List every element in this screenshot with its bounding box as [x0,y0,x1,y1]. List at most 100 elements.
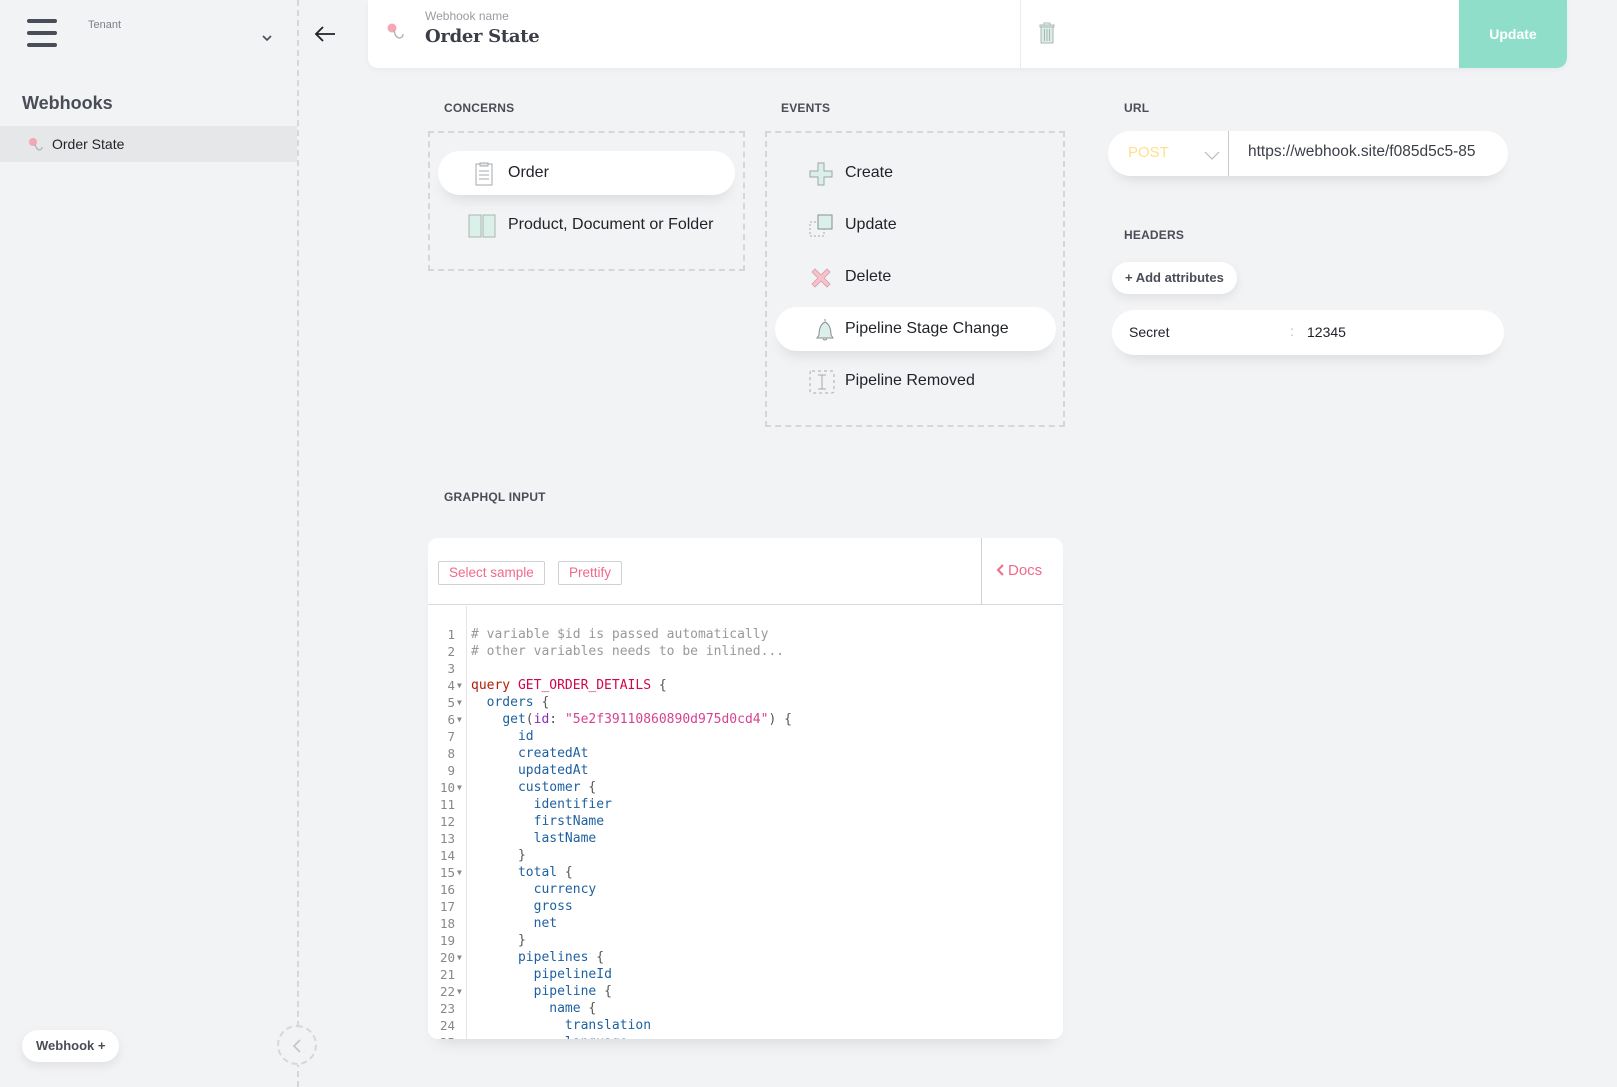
code-token: id [533,712,550,727]
event-item-pipeline-removed[interactable]: Pipeline Removed [775,359,1055,403]
webhook-icon [387,23,404,39]
clipboard-icon [475,162,493,186]
code-token: id [517,729,534,744]
code-token: { [588,950,605,965]
line-text: # variable $id is passed automatically [471,626,768,643]
event-label: Pipeline Removed [845,372,975,389]
code-token: currency [533,882,597,897]
line-number: 1 [447,627,455,642]
fold-toggle-icon[interactable]: ▼ [457,711,462,728]
event-item-pipeline-stage-change[interactable]: Pipeline Stage Change [775,307,1056,351]
header-key-input[interactable] [1129,324,1279,340]
line-number: 14 [439,848,455,863]
event-item-create[interactable]: Create [775,151,1055,195]
code-token: total [517,865,558,880]
add-attributes-button[interactable]: + Add attributes [1112,262,1237,294]
code-token: { [557,865,573,880]
line-text: pipelines { [471,949,604,966]
line-text: get(id: "5e2f39110860890d975d0cd4") { [471,711,792,728]
code-editor[interactable]: 1 # variable $id is passed automatically 2… [428,606,1063,1039]
fold-toggle-icon[interactable]: ▼ [457,694,462,711]
code-line: 14 } [428,847,1063,864]
add-webhook-button[interactable]: Webhook + [22,1030,120,1062]
webhook-icon [29,138,43,151]
code-token: : [549,712,565,727]
code-token: ( [525,712,534,727]
concern-item-product-document-folder[interactable]: Product, Document or Folder [438,203,735,247]
code-line: 3 [428,660,1063,677]
sidebar-item-label: Order State [52,136,125,152]
docs-button[interactable]: Docs [996,562,1042,579]
code-token: name [549,1001,581,1016]
line-number: 18 [439,916,455,931]
line-text: customer { [471,779,596,796]
code-token: { [596,984,612,999]
concern-label: Order [508,164,549,181]
fold-toggle-icon[interactable]: ▼ [457,677,462,694]
code-line: 11 identifier [428,796,1063,813]
tenant-chevron-down-icon[interactable] [260,33,274,43]
fold-toggle-icon[interactable]: ▼ [457,983,462,1000]
line-text: id [471,728,534,745]
code-token: { [580,1001,597,1016]
code-line: 12 firstName [428,813,1063,830]
code-line: 21 pipelineId [428,966,1063,983]
line-text: firstName [471,813,604,830]
code-token: net [533,916,558,931]
prettify-button[interactable]: Prettify [558,561,623,585]
update-button[interactable]: Update [1459,0,1567,68]
http-method-select[interactable]: POST [1128,144,1169,161]
code-token: # other variables needs to be inlined... [471,644,785,659]
concern-item-order[interactable]: Order [438,151,735,195]
code-token: lastName [533,831,597,846]
chevron-left-icon [292,1039,301,1053]
code-line: 6 ▼ get(id: "5e2f39110860890d975d0cd4") { [428,711,1063,728]
event-item-update[interactable]: Update [775,203,1055,247]
webhook-name-input[interactable] [425,26,925,47]
event-item-delete[interactable]: Delete [775,255,1055,299]
sidebar-item-order-state[interactable]: Order State [0,126,297,162]
line-number: 5 [447,695,455,710]
trash-icon[interactable] [1039,22,1055,44]
line-number: 21 [439,967,455,982]
code-token: } [471,848,526,863]
line-text: pipeline { [471,983,612,1000]
concerns-box: Order Product, Document or Folder [428,131,745,271]
collapse-sidebar-button[interactable] [277,1025,317,1065]
code-line: 23 name { [428,1000,1063,1017]
hamburger-menu-icon[interactable] [27,19,57,47]
back-arrow-icon[interactable] [313,24,337,44]
fold-toggle-icon[interactable]: ▼ [457,864,462,881]
line-number: 17 [439,899,455,914]
fold-toggle-icon[interactable]: ▼ [457,949,462,966]
code-line: 5 ▼ orders { [428,694,1063,711]
header-value-input[interactable] [1307,324,1487,340]
update-icon [809,214,833,237]
fold-toggle-icon[interactable]: ▼ [457,779,462,796]
code-token: updatedAt [517,763,589,778]
code-line: 20 ▼ pipelines { [428,949,1063,966]
book-icon [468,214,496,238]
line-number: 11 [439,797,455,812]
line-number: 9 [447,763,455,778]
webhook-name-label: Webhook name [425,9,509,23]
line-text: identifier [471,796,612,813]
code-line: 16 currency [428,881,1063,898]
line-number: 15 [439,865,455,880]
chevron-down-icon[interactable] [1204,151,1220,161]
code-line: 18 net [428,915,1063,932]
docs-separator [981,538,982,605]
url-input[interactable] [1248,143,1498,161]
tenant-label: Tenant [88,19,122,31]
code-token: customer [517,780,581,795]
select-sample-button[interactable]: Select sample [438,561,545,585]
code-token: gross [533,899,573,914]
